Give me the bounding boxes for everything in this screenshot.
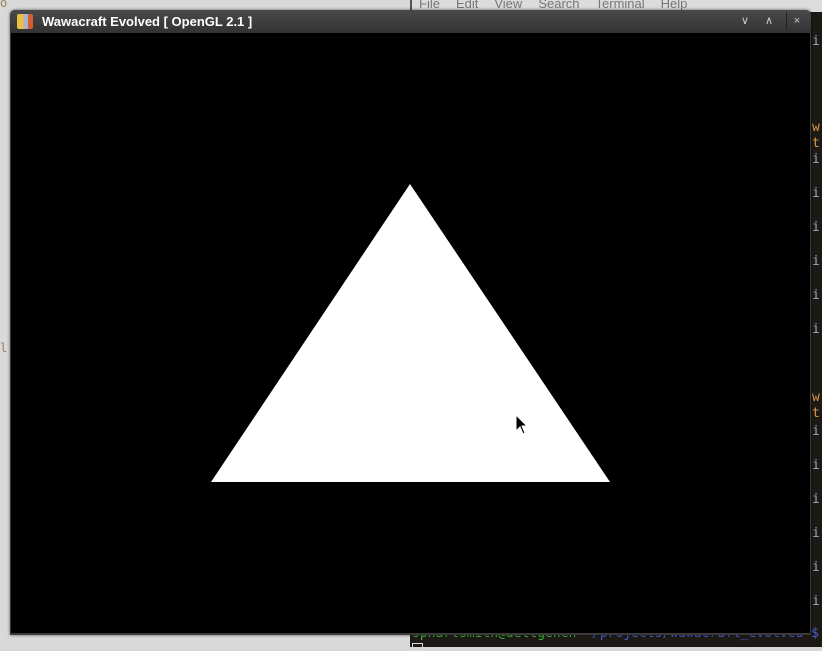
terminal-char: w [812,120,820,135]
opengl-canvas[interactable] [11,33,810,633]
terminal-char: i [812,424,820,439]
background-text: o [0,0,8,10]
minimize-button[interactable]: ∨ [735,12,755,30]
terminal-char: i [812,288,820,303]
terminal-char: i [812,322,820,337]
app-icon [17,14,33,29]
maximize-button[interactable]: ∧ [759,12,779,30]
terminal-char: i [812,220,820,235]
terminal-char: w [812,390,820,405]
terminal-char: i [812,526,820,541]
terminal-char: i [812,560,820,575]
render-surface [211,184,610,482]
terminal-cursor [412,643,423,651]
terminal-char: i [812,34,820,49]
title-bar[interactable]: Wawacraft Evolved [ OpenGL 2.1 ] ∨ ∧ × [10,10,811,33]
terminal-char: i [812,152,820,167]
game-window[interactable]: Wawacraft Evolved [ OpenGL 2.1 ] ∨ ∧ × [10,10,811,635]
terminal-char: i [812,594,820,609]
terminal-char: i [812,492,820,507]
terminal-char: i [812,254,820,269]
terminal-char: t [812,136,820,151]
terminal-char: t [812,406,820,421]
background-text: l [0,341,8,355]
terminal-char: i [812,458,820,473]
close-button[interactable]: × [786,12,807,30]
window-title: Wawacraft Evolved [ OpenGL 2.1 ] [42,14,253,29]
white-triangle [211,184,610,482]
terminal-char: i [812,186,820,201]
